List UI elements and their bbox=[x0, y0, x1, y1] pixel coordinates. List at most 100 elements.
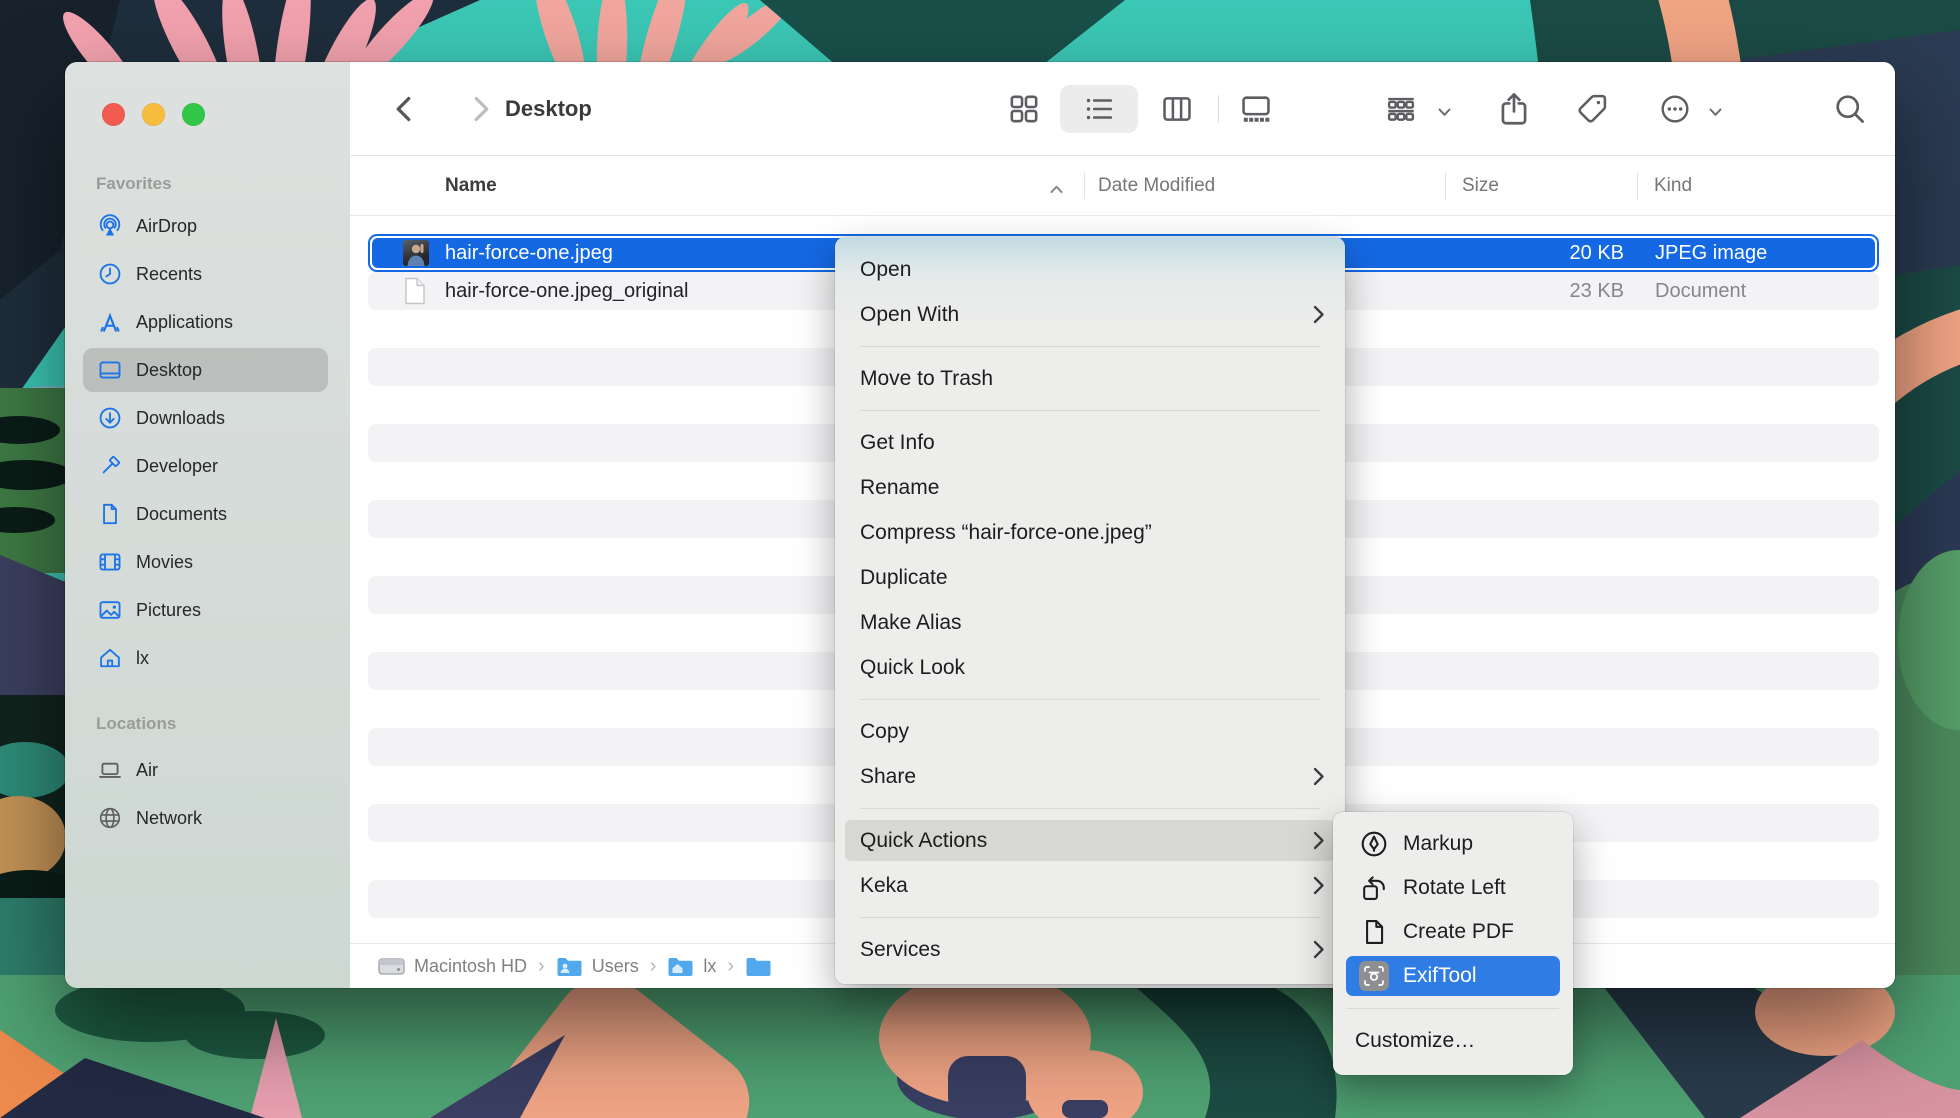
toolbar: Desktop bbox=[350, 62, 1895, 156]
menu-separator bbox=[1347, 1008, 1559, 1009]
submenu-chevron-icon bbox=[1313, 940, 1325, 959]
column-header-size[interactable]: Size bbox=[1462, 156, 1499, 215]
sidebar-item-airdrop[interactable]: AirDrop bbox=[65, 202, 350, 250]
path-chevron-icon: › bbox=[538, 955, 545, 978]
home-icon bbox=[97, 645, 123, 671]
sidebar-item-downloads[interactable]: Downloads bbox=[65, 394, 350, 442]
share-button[interactable] bbox=[1495, 89, 1533, 129]
list-view-button[interactable] bbox=[1082, 92, 1116, 126]
sidebar-item-movies[interactable]: Movies bbox=[65, 538, 350, 586]
file-name: hair-force-one.jpeg bbox=[445, 238, 613, 268]
menu-item-quick-look[interactable]: Quick Look bbox=[835, 645, 1345, 690]
image-thumbnail-icon bbox=[403, 240, 429, 266]
file-kind: Document bbox=[1655, 272, 1746, 310]
path-segment-folder[interactable] bbox=[745, 955, 781, 978]
context-menu: Open Open With Move to Trash Get Info Re… bbox=[835, 237, 1345, 984]
more-actions-chevron-icon[interactable] bbox=[1709, 104, 1722, 113]
desktop: Favorites AirDrop Recents Applications D… bbox=[0, 0, 1960, 1118]
sidebar-locations-list: Air Network bbox=[65, 746, 350, 842]
download-circle-icon bbox=[97, 405, 123, 431]
tag-button[interactable] bbox=[1574, 91, 1610, 127]
column-header-name[interactable]: Name bbox=[445, 156, 497, 215]
menu-item-make-alias[interactable]: Make Alias bbox=[835, 600, 1345, 645]
group-by-button[interactable] bbox=[1384, 92, 1418, 126]
sidebar-item-pictures[interactable]: Pictures bbox=[65, 586, 350, 634]
menu-item-compress[interactable]: Compress “hair-force-one.jpeg” bbox=[835, 510, 1345, 555]
sidebar-item-air[interactable]: Air bbox=[65, 746, 350, 794]
hard-drive-icon bbox=[378, 955, 405, 978]
menu-item-duplicate[interactable]: Duplicate bbox=[835, 555, 1345, 600]
group-by-chevron-icon[interactable] bbox=[1438, 104, 1451, 113]
menu-item-move-to-trash[interactable]: Move to Trash bbox=[835, 356, 1345, 401]
file-size: 20 KB bbox=[1570, 238, 1624, 268]
menu-item-copy[interactable]: Copy bbox=[835, 709, 1345, 754]
laptop-icon bbox=[97, 757, 123, 783]
toolbar-separator bbox=[1218, 95, 1219, 123]
sidebar-item-documents[interactable]: Documents bbox=[65, 490, 350, 538]
path-segment-macintosh-hd[interactable]: Macintosh HD bbox=[378, 955, 527, 978]
sidebar-item-applications[interactable]: Applications bbox=[65, 298, 350, 346]
sidebar-section-favorites: Favorites bbox=[96, 174, 172, 194]
menu-item-get-info[interactable]: Get Info bbox=[835, 420, 1345, 465]
menu-separator bbox=[860, 917, 1320, 918]
folder-users-icon bbox=[556, 955, 583, 978]
sidebar-section-locations: Locations bbox=[96, 714, 176, 734]
sidebar-item-home-lx[interactable]: lx bbox=[65, 634, 350, 682]
quick-actions-submenu: Markup Rotate Left Create PDF ExifTool C… bbox=[1333, 812, 1573, 1075]
globe-icon bbox=[97, 805, 123, 831]
menu-separator bbox=[860, 410, 1320, 411]
markup-icon bbox=[1359, 829, 1389, 859]
close-button[interactable] bbox=[102, 103, 125, 126]
sort-ascending-icon bbox=[1050, 181, 1063, 190]
photo-icon bbox=[97, 597, 123, 623]
menu-separator bbox=[860, 346, 1320, 347]
desktop-icon bbox=[97, 357, 123, 383]
folder-icon bbox=[745, 955, 772, 978]
menu-item-open[interactable]: Open bbox=[835, 247, 1345, 292]
create-pdf-icon bbox=[1359, 917, 1389, 947]
submenu-item-create-pdf[interactable]: Create PDF bbox=[1333, 910, 1573, 954]
forward-button[interactable] bbox=[462, 91, 498, 127]
column-header-kind[interactable]: Kind bbox=[1654, 156, 1692, 215]
hammer-icon bbox=[97, 453, 123, 479]
submenu-item-customize[interactable]: Customize… bbox=[1333, 1019, 1573, 1063]
zoom-button[interactable] bbox=[182, 103, 205, 126]
sidebar-item-desktop[interactable]: Desktop bbox=[65, 346, 350, 394]
app-store-icon bbox=[97, 309, 123, 335]
icon-view-button[interactable] bbox=[1007, 92, 1041, 126]
back-button[interactable] bbox=[387, 91, 423, 127]
sidebar-item-developer[interactable]: Developer bbox=[65, 442, 350, 490]
sidebar-item-recents[interactable]: Recents bbox=[65, 250, 350, 298]
search-button[interactable] bbox=[1832, 91, 1868, 127]
minimize-button[interactable] bbox=[142, 103, 165, 126]
more-actions-button[interactable] bbox=[1658, 92, 1692, 126]
rotate-left-icon bbox=[1359, 873, 1389, 903]
submenu-chevron-icon bbox=[1313, 305, 1325, 324]
menu-separator bbox=[860, 808, 1320, 809]
submenu-item-rotate-left[interactable]: Rotate Left bbox=[1333, 866, 1573, 910]
menu-item-rename[interactable]: Rename bbox=[835, 465, 1345, 510]
sidebar-item-network[interactable]: Network bbox=[65, 794, 350, 842]
path-chevron-icon: › bbox=[650, 955, 657, 978]
path-chevron-icon: › bbox=[727, 955, 734, 978]
menu-item-quick-actions[interactable]: Quick Actions bbox=[835, 818, 1345, 863]
file-name: hair-force-one.jpeg_original bbox=[445, 272, 688, 310]
folder-home-icon bbox=[667, 955, 694, 978]
menu-item-services[interactable]: Services bbox=[835, 927, 1345, 972]
column-header-date-modified[interactable]: Date Modified bbox=[1098, 156, 1215, 215]
film-icon bbox=[97, 549, 123, 575]
column-view-button[interactable] bbox=[1160, 92, 1194, 126]
submenu-chevron-icon bbox=[1313, 876, 1325, 895]
menu-item-open-with[interactable]: Open With bbox=[835, 292, 1345, 337]
submenu-chevron-icon bbox=[1313, 767, 1325, 786]
path-segment-lx[interactable]: lx bbox=[667, 955, 716, 978]
menu-item-share[interactable]: Share bbox=[835, 754, 1345, 799]
submenu-item-markup[interactable]: Markup bbox=[1333, 822, 1573, 866]
menu-separator bbox=[860, 699, 1320, 700]
column-header-row: Name Date Modified Size Kind bbox=[350, 156, 1895, 216]
menu-item-keka[interactable]: Keka bbox=[835, 863, 1345, 908]
file-size: 23 KB bbox=[1570, 272, 1624, 310]
path-segment-users[interactable]: Users bbox=[556, 955, 639, 978]
submenu-item-exiftool[interactable]: ExifTool bbox=[1333, 954, 1573, 998]
gallery-view-button[interactable] bbox=[1239, 92, 1273, 126]
